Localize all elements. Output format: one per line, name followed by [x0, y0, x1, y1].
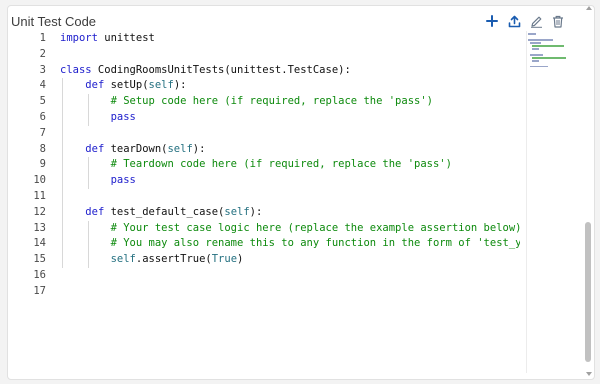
code-editor[interactable]: 1 import unittest 2 3 class CodingRoomsUnitT…: [8, 31, 520, 369]
indent-guide: [88, 94, 89, 126]
keyword-token: def: [85, 79, 105, 92]
minimap-line: [528, 33, 536, 35]
code-line[interactable]: 5 # Setup code here (if required, replac…: [8, 94, 520, 110]
plus-icon[interactable]: [484, 13, 500, 29]
code-line[interactable]: 3 class CodingRoomsUnitTests(unittest.Tes…: [8, 63, 520, 79]
line-number: 6: [39, 110, 46, 123]
code-text: # Your test case logic here (replace the…: [60, 221, 520, 237]
code-line[interactable]: 13 # Your test case logic here (replace …: [8, 221, 520, 237]
pencil-icon[interactable]: [528, 13, 544, 29]
code-token: ):: [249, 205, 263, 218]
code-text: # Teardown code here (if required, repla…: [60, 157, 452, 173]
keyword-token: pass: [110, 174, 136, 187]
scroll-down-arrow-icon[interactable]: [586, 372, 592, 376]
code-line[interactable]: 10 pass: [8, 173, 520, 189]
code-token: tearDown(: [104, 142, 168, 155]
code-line[interactable]: 16: [8, 268, 520, 284]
scroll-up-arrow-icon[interactable]: [586, 6, 592, 10]
minimap-line: [532, 60, 539, 62]
keyword-token: pass: [110, 110, 136, 123]
code-line[interactable]: 2: [8, 47, 520, 63]
code-line[interactable]: 11: [8, 189, 520, 205]
minimap-line: [530, 66, 548, 67]
keyword-token: class: [60, 63, 92, 76]
code-line[interactable]: 6 pass: [8, 110, 520, 126]
code-token: test_default_case(: [104, 205, 225, 218]
line-number: 10: [33, 174, 46, 187]
code-line[interactable]: 7: [8, 126, 520, 142]
line-number: 7: [39, 126, 46, 139]
trash-icon[interactable]: [550, 13, 566, 29]
builtin-token: self: [148, 79, 174, 92]
code-line[interactable]: 4 def setUp(self):: [8, 78, 520, 94]
minimap-divider: [526, 31, 527, 373]
code-text: # Setup code here (if required, replace …: [60, 94, 433, 110]
minimap-line: [532, 48, 539, 50]
code-token: unittest: [97, 32, 155, 44]
line-number: 17: [33, 284, 46, 297]
keyword-token: import: [60, 32, 98, 44]
code-text: class CodingRoomsUnitTests(unittest.Test…: [60, 63, 351, 79]
code-text: def setUp(self):: [60, 78, 186, 94]
builtin-token: self: [167, 142, 193, 155]
code-line[interactable]: 15 self.assertTrue(True): [8, 252, 520, 268]
minimap-line: [530, 54, 543, 56]
line-number: 2: [39, 47, 46, 60]
panel-title: Unit Test Code: [11, 14, 97, 29]
builtin-token: True: [211, 253, 238, 266]
code-text: pass: [60, 110, 136, 126]
scrollbar-thumb[interactable]: [585, 222, 591, 362]
minimap-line: [532, 57, 566, 59]
line-number: 13: [33, 221, 46, 234]
builtin-token: self: [110, 253, 136, 266]
code-line[interactable]: 12 def test_default_case(self):: [8, 205, 520, 221]
minimap-line: [528, 39, 553, 41]
upload-icon[interactable]: [506, 13, 522, 29]
minimap-line: [530, 42, 541, 44]
comment-token: # Teardown code here (if required, repla…: [110, 158, 452, 171]
code-text: def test_default_case(self):: [60, 205, 262, 221]
code-line[interactable]: 1 import unittest: [8, 31, 520, 47]
code-text: import unittest: [60, 31, 155, 47]
code-line[interactable]: 8 def tearDown(self):: [8, 142, 520, 158]
comment-token: # You may also rename this to any functi…: [110, 237, 520, 250]
code-line[interactable]: 17: [8, 284, 520, 300]
line-number: 14: [33, 237, 46, 250]
line-number: 15: [33, 253, 46, 266]
line-number: 16: [33, 268, 46, 281]
line-number: 12: [33, 205, 46, 218]
line-number: 11: [33, 189, 46, 202]
code-token: setUp(: [104, 79, 149, 92]
minimap-line: [532, 45, 564, 47]
line-number: 3: [39, 63, 46, 76]
code-text: pass: [60, 173, 136, 189]
indent-guide: [88, 220, 89, 268]
code-token: CodingRoomsUnitTests(unittest.TestCase):: [91, 63, 351, 76]
keyword-token: def: [85, 142, 105, 155]
code-line[interactable]: 14 # You may also rename this to any fun…: [8, 236, 520, 252]
code-token: ): [237, 253, 244, 266]
code-token: .assertTrue(: [135, 253, 212, 266]
line-number: 8: [39, 142, 46, 155]
code-token: ):: [192, 142, 206, 155]
code-text: # You may also rename this to any functi…: [60, 236, 520, 252]
code-line[interactable]: 9 # Teardown code here (if required, rep…: [8, 157, 520, 173]
line-number: 5: [39, 95, 46, 108]
code-token: ):: [173, 79, 187, 92]
line-number: 1: [39, 32, 46, 44]
editor-toolbar: [484, 13, 566, 29]
builtin-token: self: [224, 205, 250, 218]
line-number: 4: [39, 79, 46, 92]
indent-guide: [88, 157, 89, 189]
comment-token: # Setup code here (if required, replace …: [110, 95, 433, 108]
comment-token: # Your test case logic here (replace the…: [110, 221, 520, 234]
code-minimap[interactable]: [528, 33, 572, 67]
code-text: def tearDown(self):: [60, 142, 205, 158]
indent-guide: [62, 78, 63, 268]
keyword-token: def: [85, 205, 105, 218]
line-number: 9: [39, 158, 46, 171]
